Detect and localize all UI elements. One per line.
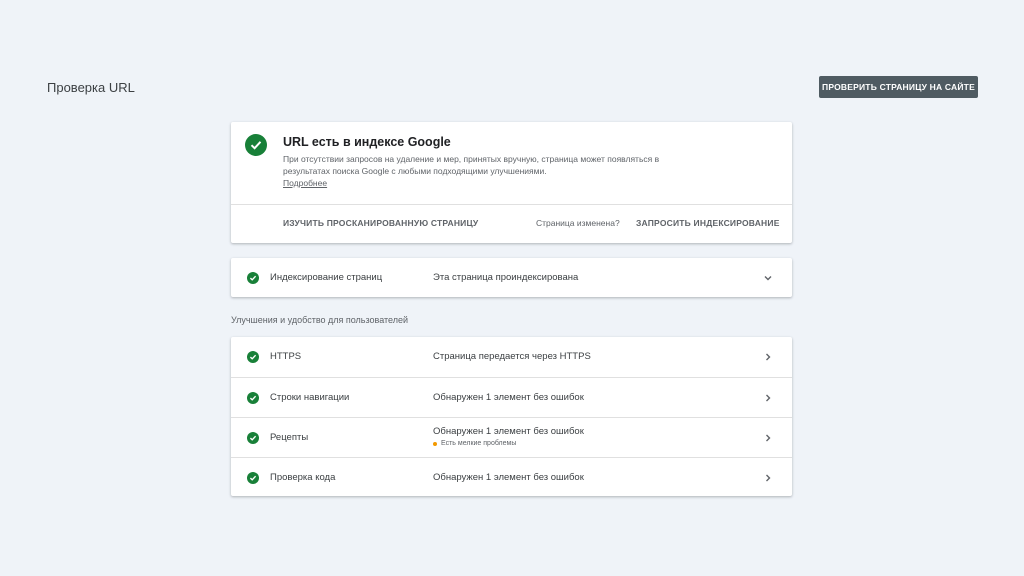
index-status-card: URL есть в индексе Google При отсутствии… — [231, 122, 792, 243]
row-label: Строки навигации — [270, 392, 350, 403]
row-value: Эта страница проиндексирована — [433, 272, 579, 283]
chevron-down-icon[interactable] — [762, 271, 774, 285]
page-indexing-card: Индексирование страниц Эта страница прои… — [231, 258, 792, 297]
row-value: Обнаружен 1 элемент без ошибок — [433, 392, 584, 403]
url-inspection-page: Проверка URL ПРОВЕРИТЬ СТРАНИЦУ НА САЙТЕ… — [0, 0, 1024, 576]
check-circle-icon — [247, 351, 259, 363]
test-live-url-button[interactable]: ПРОВЕРИТЬ СТРАНИЦУ НА САЙТЕ — [819, 76, 978, 98]
divider — [231, 204, 792, 205]
check-circle-icon — [247, 392, 259, 404]
row-label: Проверка кода — [270, 472, 336, 483]
check-circle-icon — [247, 432, 259, 444]
check-circle-icon — [247, 272, 259, 284]
chevron-right-icon[interactable] — [762, 391, 774, 405]
row-value: Обнаружен 1 элемент без ошибок — [433, 426, 584, 437]
chevron-right-icon[interactable] — [762, 350, 774, 364]
page-changed-question: Страница изменена? — [536, 218, 620, 228]
index-status-description: При отсутствии запросов на удаление и ме… — [283, 154, 660, 176]
enhancement-row-breadcrumbs[interactable]: Строки навигации Обнаружен 1 элемент без… — [231, 377, 792, 417]
row-label: HTTPS — [270, 351, 302, 362]
enhancement-row-code-check[interactable]: Проверка кода Обнаружен 1 элемент без ош… — [231, 457, 792, 497]
page-indexing-row[interactable]: Индексирование страниц Эта страница прои… — [231, 258, 792, 298]
chevron-right-icon[interactable] — [762, 431, 774, 445]
minor-issues-text: Есть мелкие проблемы — [441, 440, 517, 447]
index-status-title: URL есть в индексе Google — [283, 135, 451, 149]
enhancement-row-recipes[interactable]: Рецепты Обнаружен 1 элемент без ошибок Е… — [231, 417, 792, 457]
chevron-right-icon[interactable] — [762, 471, 774, 485]
page-title: Проверка URL — [47, 80, 135, 95]
enhancements-section-label: Улучшения и удобство для пользователей — [231, 315, 409, 325]
enhancement-row-https[interactable]: HTTPS Страница передается через HTTPS — [231, 337, 792, 377]
request-indexing-button[interactable]: ЗАПРОСИТЬ ИНДЕКСИРОВАНИЕ — [636, 218, 780, 228]
row-value: Обнаружен 1 элемент без ошибок — [433, 472, 584, 483]
row-label: Рецепты — [270, 432, 309, 443]
warning-dot-icon — [433, 441, 437, 446]
row-value: Страница передается через HTTPS — [433, 351, 591, 362]
enhancements-card: HTTPS Страница передается через HTTPS Ст… — [231, 337, 792, 496]
minor-issues-note: Есть мелкие проблемы — [433, 440, 516, 447]
learn-more-link[interactable]: Подробнее — [283, 178, 327, 188]
check-circle-icon — [247, 472, 259, 484]
view-crawled-page-button[interactable]: ИЗУЧИТЬ ПРОСКАНИРОВАННУЮ СТРАНИЦУ — [283, 218, 478, 228]
check-circle-icon — [245, 134, 267, 156]
row-label: Индексирование страниц — [270, 272, 383, 283]
